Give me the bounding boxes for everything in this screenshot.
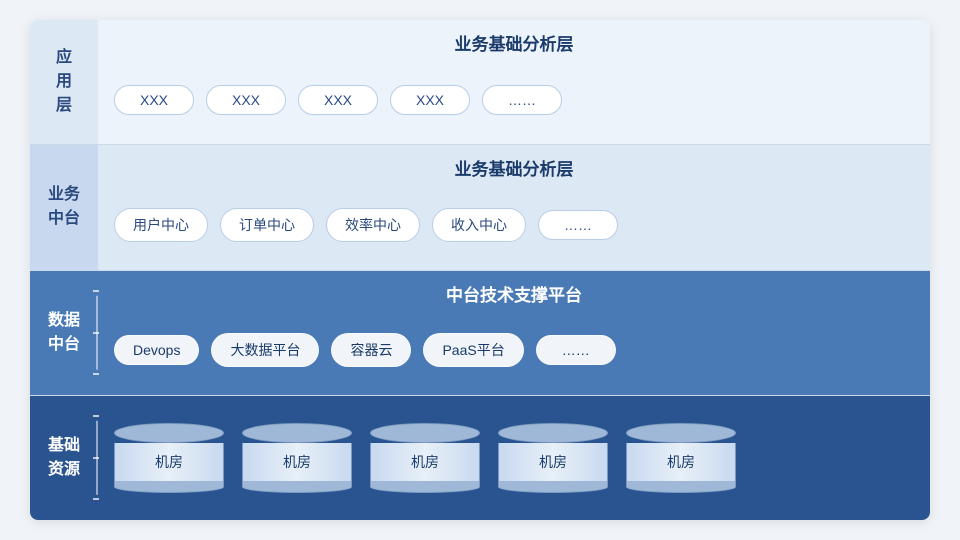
list-item: …… <box>538 210 618 240</box>
list-item: 用户中心 <box>114 208 208 242</box>
cylinder-group: 机房 机房 机房 机房 <box>114 406 914 510</box>
data-layer-content: 中台技术支撑平台 Devops 大数据平台 容器云 PaaS平台 …… <box>98 271 930 395</box>
data-layer: 数据 中台 中台技术支撑平台 Devops 大数据平台 容器云 PaaS平台 …… <box>30 271 930 396</box>
data-cards-row: Devops 大数据平台 容器云 PaaS平台 …… <box>114 316 914 385</box>
data-layer-label: 数据 中台 <box>30 271 98 395</box>
list-item: …… <box>536 335 616 365</box>
list-item: PaaS平台 <box>423 333 523 367</box>
list-item: 机房 <box>370 423 480 493</box>
list-item: XXX <box>390 85 470 115</box>
list-item: 机房 <box>626 423 736 493</box>
app-layer-label: 应 用 层 <box>30 20 98 144</box>
infra-layer-label: 基础 资源 <box>30 396 98 520</box>
app-layer-title: 业务基础分析层 <box>114 30 914 55</box>
list-item: …… <box>482 85 562 115</box>
list-item: 大数据平台 <box>211 333 319 367</box>
list-item: Devops <box>114 335 199 365</box>
list-item: XXX <box>206 85 286 115</box>
infra-layer: 基础 资源 机房 机房 <box>30 396 930 520</box>
tick-marks <box>92 271 100 395</box>
biz-layer-content: 业务基础分析层 用户中心 订单中心 效率中心 收入中心 …… <box>98 145 930 269</box>
list-item: 效率中心 <box>326 208 420 242</box>
architecture-diagram: 应 用 层 业务基础分析层 XXX XXX XXX XXX …… 业务 中台 业… <box>30 20 930 520</box>
list-item: 容器云 <box>331 333 411 367</box>
list-item: 机房 <box>114 423 224 493</box>
data-layer-title: 中台技术支撑平台 <box>114 281 914 306</box>
app-cards-row: XXX XXX XXX XXX …… <box>114 65 914 134</box>
biz-layer-title: 业务基础分析层 <box>114 155 914 180</box>
app-layer: 应 用 层 业务基础分析层 XXX XXX XXX XXX …… <box>30 20 930 145</box>
list-item: 机房 <box>498 423 608 493</box>
app-layer-content: 业务基础分析层 XXX XXX XXX XXX …… <box>98 20 930 144</box>
list-item: XXX <box>298 85 378 115</box>
biz-layer: 业务 中台 业务基础分析层 用户中心 订单中心 效率中心 收入中心 …… <box>30 145 930 270</box>
list-item: 订单中心 <box>220 208 314 242</box>
list-item: XXX <box>114 85 194 115</box>
list-item: 收入中心 <box>432 208 526 242</box>
biz-layer-label: 业务 中台 <box>30 145 98 269</box>
tick-marks-infra <box>92 396 100 520</box>
infra-layer-content: 机房 机房 机房 机房 <box>98 396 930 520</box>
list-item: 机房 <box>242 423 352 493</box>
biz-cards-row: 用户中心 订单中心 效率中心 收入中心 …… <box>114 190 914 259</box>
